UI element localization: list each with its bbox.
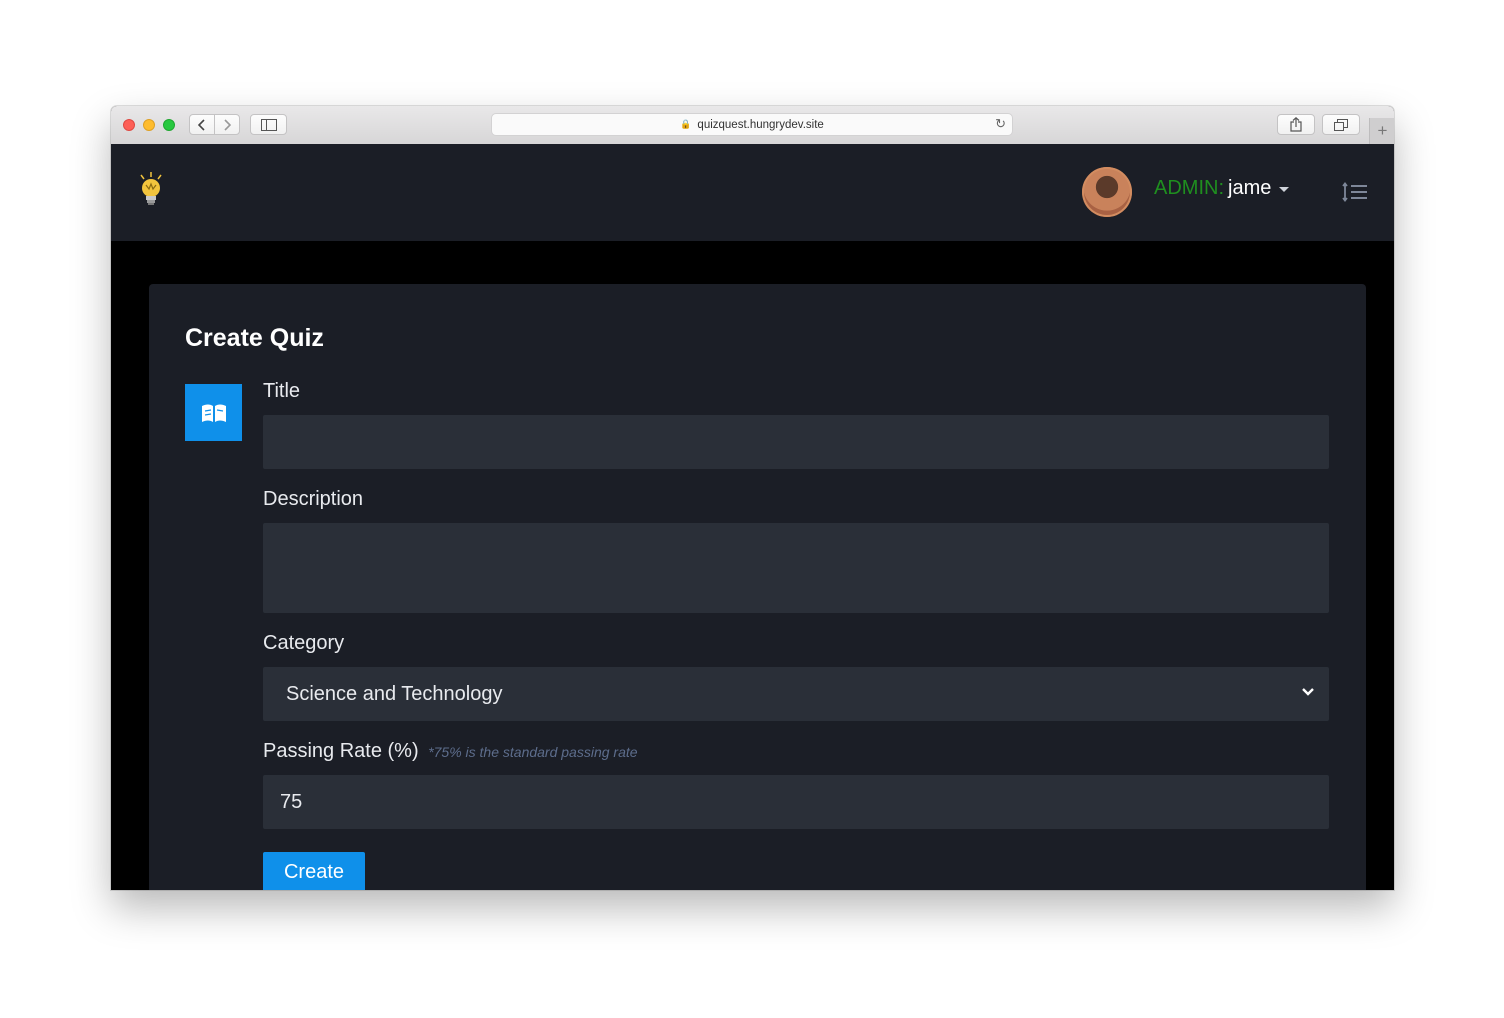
browser-window: 🔒 quizquest.hungrydev.site ↻ + ADMIN: ja… xyxy=(111,106,1394,890)
new-tab-button[interactable]: + xyxy=(1369,118,1394,144)
sorted-list-menu-icon[interactable] xyxy=(1342,182,1368,202)
passing-rate-hint: *75% is the standard passing rate xyxy=(428,744,638,760)
create-button[interactable]: Create xyxy=(263,852,365,890)
address-bar[interactable]: 🔒 quizquest.hungrydev.site ↻ xyxy=(491,113,1013,136)
category-selected-value: Science and Technology xyxy=(286,682,503,705)
user-avatar[interactable] xyxy=(1082,167,1132,217)
close-window-button[interactable] xyxy=(123,119,135,131)
share-button[interactable] xyxy=(1277,114,1315,135)
description-label: Description xyxy=(263,488,364,510)
chevron-down-icon xyxy=(1302,688,1314,696)
caret-down-icon xyxy=(1279,187,1290,192)
category-label: Category xyxy=(263,632,345,654)
passing-rate-input[interactable]: 75 xyxy=(263,775,1329,829)
reload-icon[interactable]: ↻ xyxy=(995,116,1006,132)
title-input[interactable] xyxy=(263,415,1329,469)
user-role: ADMIN: xyxy=(1154,177,1224,199)
chevron-right-icon xyxy=(224,118,231,131)
back-button[interactable] xyxy=(189,114,215,135)
sidebar-toggle-button[interactable] xyxy=(250,114,287,135)
zoom-window-button[interactable] xyxy=(163,119,175,131)
share-icon xyxy=(1290,117,1302,132)
sidebar-icon xyxy=(260,118,277,131)
forward-button[interactable] xyxy=(214,114,240,135)
minimize-window-button[interactable] xyxy=(143,119,155,131)
address-url: quizquest.hungrydev.site xyxy=(697,118,824,131)
open-book-icon xyxy=(201,404,226,422)
description-textarea[interactable] xyxy=(263,523,1329,613)
title-label: Title xyxy=(263,380,301,402)
create-quiz-card: Create Quiz Title Description Category S… xyxy=(149,284,1366,890)
page-content: Create Quiz Title Description Category S… xyxy=(111,241,1394,890)
browser-toolbar: 🔒 quizquest.hungrydev.site ↻ + xyxy=(111,106,1394,145)
quiz-badge xyxy=(185,384,242,441)
page-title: Create Quiz xyxy=(185,324,324,352)
category-select[interactable]: Science and Technology xyxy=(263,667,1329,721)
lock-icon: 🔒 xyxy=(680,119,692,129)
chevron-left-icon xyxy=(198,118,205,131)
passing-rate-label: Passing Rate (%) *75% is the standard pa… xyxy=(263,740,638,763)
user-name: jame xyxy=(1228,177,1272,199)
app-navbar: ADMIN: jame xyxy=(111,144,1394,241)
show-tabs-button[interactable] xyxy=(1322,114,1360,135)
passing-rate-label-text: Passing Rate (%) xyxy=(263,740,419,762)
lightbulb-logo-icon[interactable] xyxy=(136,171,166,211)
tabs-icon xyxy=(1334,118,1348,131)
plus-icon: + xyxy=(1377,121,1388,140)
user-menu-toggle[interactable]: ADMIN: jame xyxy=(1154,177,1290,200)
